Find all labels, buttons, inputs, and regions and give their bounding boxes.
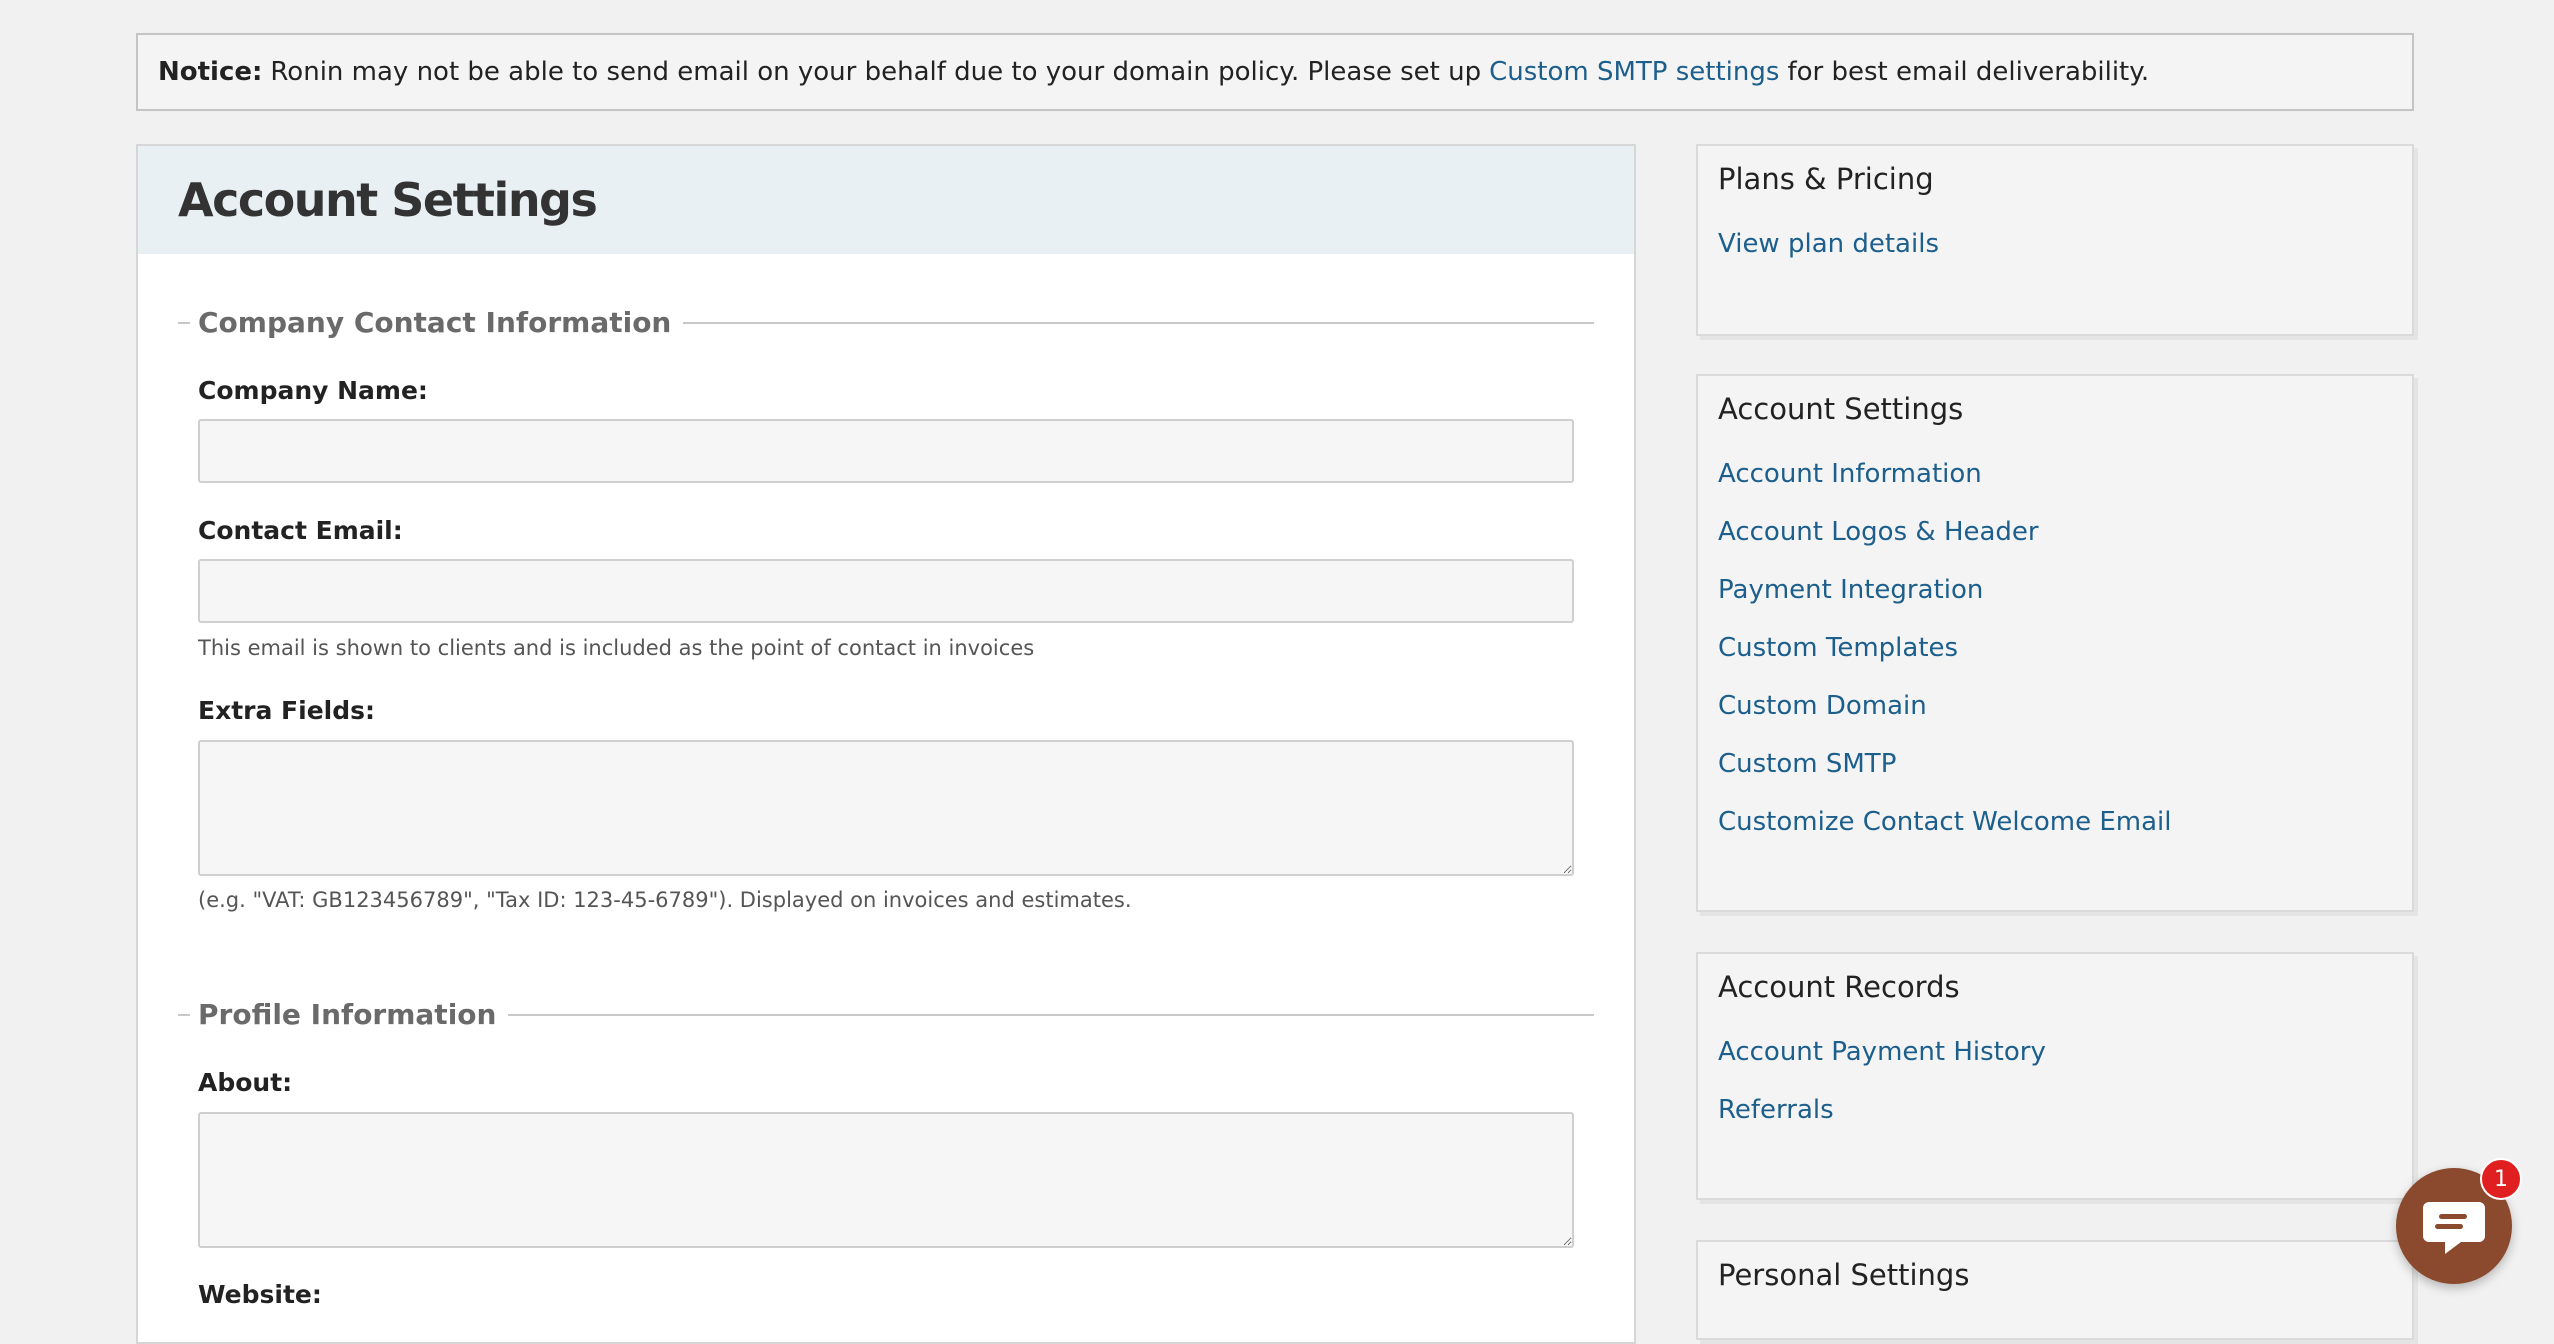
website-label: Website: xyxy=(198,1280,322,1309)
company-contact-legend-text: Company Contact Information xyxy=(198,306,672,339)
account-settings-box: Account Settings Account Information Acc… xyxy=(1696,374,2414,912)
company-name-input[interactable] xyxy=(198,419,1574,483)
legend-rule-left xyxy=(178,321,190,324)
personal-settings-box: Personal Settings xyxy=(1696,1240,2414,1340)
custom-domain-link[interactable]: Custom Domain xyxy=(1718,688,2392,724)
profile-information-legend: Profile Information xyxy=(178,998,1594,1031)
account-information-link[interactable]: Account Information xyxy=(1718,456,2392,492)
account-records-box: Account Records Account Payment History … xyxy=(1696,952,2414,1200)
company-name-label: Company Name: xyxy=(198,376,428,405)
legend-rule xyxy=(508,1013,1594,1016)
contact-email-label: Contact Email: xyxy=(198,516,403,545)
custom-smtp-settings-link[interactable]: Custom SMTP settings xyxy=(1489,57,1779,87)
custom-smtp-link[interactable]: Custom SMTP xyxy=(1718,746,2392,782)
legend-rule xyxy=(683,321,1594,324)
about-textarea[interactable] xyxy=(198,1112,1574,1248)
extra-fields-help: (e.g. "VAT: GB123456789", "Tax ID: 123-4… xyxy=(198,888,1132,912)
account-settings-panel: Account Settings Company Contact Informa… xyxy=(136,144,1636,1344)
panel-header: Account Settings xyxy=(138,146,1634,254)
personal-settings-title: Personal Settings xyxy=(1718,1258,1970,1292)
customize-welcome-email-link[interactable]: Customize Contact Welcome Email xyxy=(1718,804,2392,840)
chat-notification-badge: 1 xyxy=(2480,1158,2522,1200)
notice-text: Ronin may not be able to send email on y… xyxy=(270,57,1482,87)
referrals-link[interactable]: Referrals xyxy=(1718,1092,2392,1128)
company-contact-legend: Company Contact Information xyxy=(178,306,1594,339)
payment-integration-link[interactable]: Payment Integration xyxy=(1718,572,2392,608)
profile-information-legend-text: Profile Information xyxy=(198,998,497,1031)
view-plan-details-link[interactable]: View plan details xyxy=(1718,226,2392,262)
plans-pricing-title: Plans & Pricing xyxy=(1718,162,1934,196)
account-payment-history-link[interactable]: Account Payment History xyxy=(1718,1034,2392,1070)
account-settings-side-title: Account Settings xyxy=(1718,392,1964,426)
notice-label: Notice: xyxy=(158,57,263,87)
page-title: Account Settings xyxy=(178,173,598,227)
plans-pricing-box: Plans & Pricing View plan details xyxy=(1696,144,2414,336)
chat-bubble-icon xyxy=(2423,1202,2485,1254)
extra-fields-textarea[interactable] xyxy=(198,740,1574,876)
account-records-title: Account Records xyxy=(1718,970,1960,1004)
contact-email-input[interactable] xyxy=(198,559,1574,623)
account-logos-header-link[interactable]: Account Logos & Header xyxy=(1718,514,2392,550)
extra-fields-label: Extra Fields: xyxy=(198,696,376,725)
about-label: About: xyxy=(198,1068,293,1097)
notice-text-after: for best email deliverability. xyxy=(1787,57,2150,87)
custom-templates-link[interactable]: Custom Templates xyxy=(1718,630,2392,666)
legend-rule-left xyxy=(178,1013,190,1016)
notice-banner: Notice: Ronin may not be able to send em… xyxy=(136,33,2414,111)
contact-email-help: This email is shown to clients and is in… xyxy=(198,636,1035,660)
